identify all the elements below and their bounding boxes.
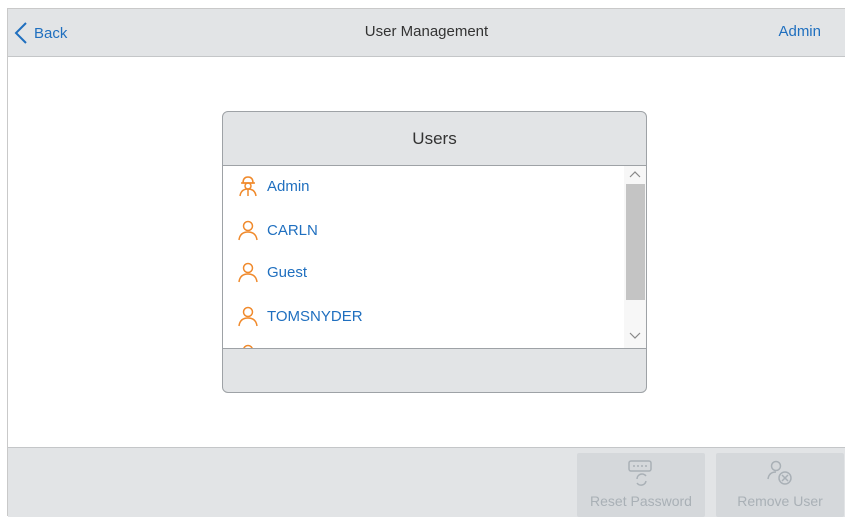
admin-user-icon: [239, 176, 257, 197]
current-user-link[interactable]: Admin: [778, 23, 821, 40]
user-name: Guest: [267, 263, 308, 281]
remove-user-label: Remove User: [737, 493, 823, 509]
chevron-up-icon[interactable]: [629, 170, 641, 178]
list-item[interactable]: CARLN: [237, 216, 318, 244]
reset-password-label: Reset Password: [590, 493, 692, 509]
header-bar: Back User Management Admin: [8, 9, 845, 57]
app-window: Back User Management Admin Users Admin C…: [7, 8, 845, 517]
users-panel-title: Users: [223, 112, 646, 166]
list-item[interactable]: Admin: [237, 172, 310, 200]
user-name: CARLN: [267, 221, 318, 239]
users-list-scrollbar[interactable]: [624, 166, 646, 348]
user-icon: [238, 220, 258, 241]
footer-bar: Reset Password Remove User: [8, 447, 845, 517]
users-panel: Users Admin CARLN Guest TOMSNYDER: [222, 111, 647, 393]
list-item-partial[interactable]: [237, 340, 267, 348]
user-icon: [238, 262, 258, 283]
user-icon: [243, 344, 253, 348]
user-name: Admin: [267, 177, 310, 195]
list-item[interactable]: TOMSNYDER: [237, 302, 363, 330]
reset-password-icon: [628, 460, 652, 486]
chevron-down-icon[interactable]: [629, 332, 641, 340]
scrollbar-thumb[interactable]: [626, 184, 645, 300]
user-name: TOMSNYDER: [267, 307, 363, 325]
reset-password-button[interactable]: Reset Password: [577, 453, 705, 517]
user-icon: [238, 306, 258, 327]
users-list[interactable]: Admin CARLN Guest TOMSNYDER: [223, 166, 646, 349]
remove-user-button[interactable]: Remove User: [716, 453, 844, 517]
remove-user-icon: [767, 460, 792, 485]
page-title: User Management: [364, 23, 489, 40]
list-item[interactable]: Guest: [237, 258, 307, 286]
